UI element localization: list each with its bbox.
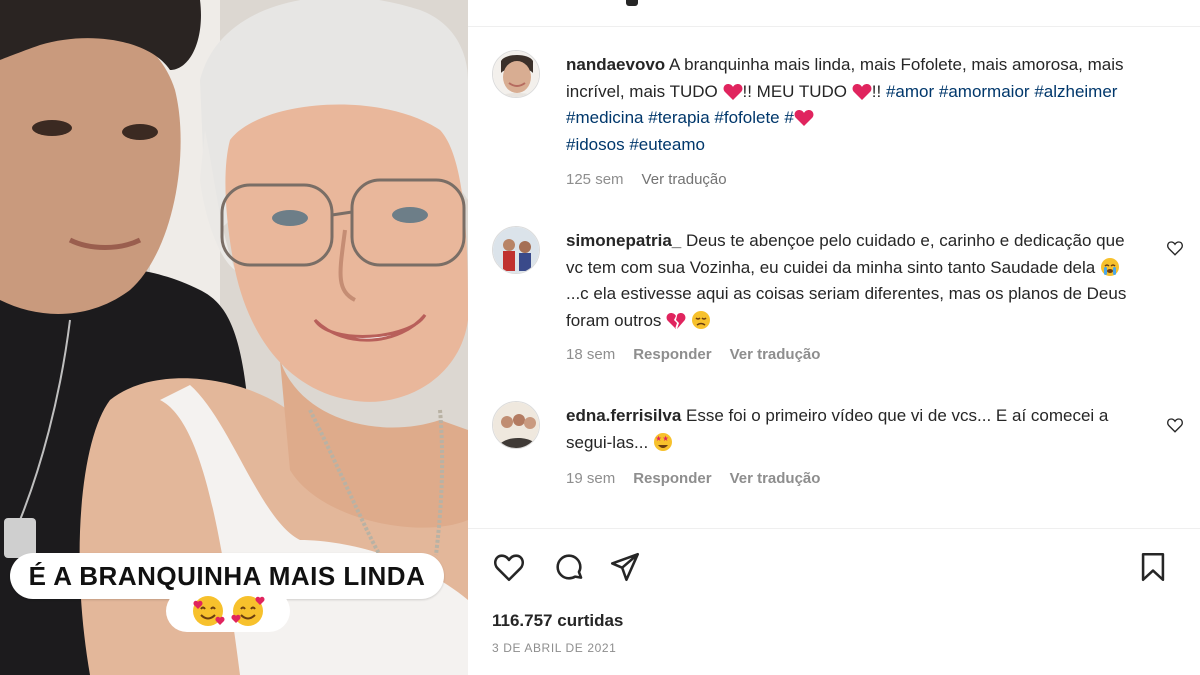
- comment: simonepatria_ Deus te abençoe pelo cuida…: [566, 228, 1134, 334]
- reply-button[interactable]: Responder: [633, 470, 711, 487]
- red-heart-icon: [723, 83, 742, 100]
- heart-outline-icon: [494, 554, 524, 582]
- disappointed-face-icon: [691, 310, 710, 329]
- red-heart-icon: [852, 83, 872, 100]
- smiling-face-with-hearts-icon: [231, 596, 265, 626]
- like-count[interactable]: 116.757 curtidas: [492, 611, 623, 631]
- like-button[interactable]: [490, 548, 528, 586]
- caption-time[interactable]: 125 sem: [566, 171, 624, 188]
- bookmark-icon: [1141, 552, 1165, 582]
- hashtag[interactable]: #medicina: [566, 108, 644, 127]
- caption-username[interactable]: nandaevovo: [566, 55, 665, 74]
- hashtag[interactable]: #: [784, 108, 814, 127]
- hashtag[interactable]: #terapia: [648, 108, 709, 127]
- header-fragment: [626, 0, 638, 6]
- like-comment-icon[interactable]: [1166, 416, 1184, 434]
- hashtag[interactable]: #euteamo: [629, 135, 705, 154]
- avatar[interactable]: [492, 50, 540, 98]
- avatar[interactable]: [492, 226, 540, 274]
- sticker-emojis: [166, 590, 290, 632]
- comment-meta: 18 sem Responder Ver tradução: [566, 346, 820, 363]
- header-divider: [468, 26, 1200, 27]
- red-heart-icon: [794, 110, 814, 126]
- broken-heart-icon: [666, 312, 686, 329]
- caption-text-3: !!: [871, 81, 882, 101]
- smiling-face-with-hearts-icon: [193, 596, 225, 626]
- star-struck-icon: [653, 432, 672, 451]
- post-panel: nandaevovo A branquinha mais linda, mais…: [468, 0, 1200, 675]
- comment-text-2: ...c ela estivesse aqui as coisas seriam…: [566, 284, 1127, 330]
- hashtag[interactable]: #fofolete: [714, 108, 779, 127]
- hashtag[interactable]: #amor: [886, 82, 934, 101]
- caption-meta: 125 sem Ver tradução: [566, 171, 727, 188]
- translate-link[interactable]: Ver tradução: [642, 171, 727, 188]
- avatar[interactable]: [492, 401, 540, 449]
- hashtag[interactable]: #amormaior: [939, 82, 1030, 101]
- comment-meta: 19 sem Responder Ver tradução: [566, 470, 820, 487]
- like-comment-icon[interactable]: [1166, 239, 1184, 257]
- comment-username[interactable]: simonepatria_: [566, 231, 681, 250]
- comment-time[interactable]: 18 sem: [566, 346, 615, 363]
- reply-button[interactable]: Responder: [633, 346, 711, 363]
- action-bar: [492, 548, 1168, 588]
- translate-link[interactable]: Ver tradução: [730, 470, 821, 487]
- hashtag[interactable]: #alzheimer: [1034, 82, 1117, 101]
- comment-username[interactable]: edna.ferrisilva: [566, 406, 681, 425]
- share-icon: [610, 552, 640, 582]
- save-button[interactable]: [1134, 548, 1172, 586]
- comment: edna.ferrisilva Esse foi o primeiro víde…: [566, 403, 1134, 456]
- translate-link[interactable]: Ver tradução: [730, 346, 821, 363]
- crying-face-icon: [1100, 257, 1119, 276]
- post-media[interactable]: É A BRANQUINHA MAIS LINDA: [0, 0, 468, 675]
- comment-button[interactable]: [550, 548, 588, 586]
- caption: nandaevovo A branquinha mais linda, mais…: [566, 52, 1166, 158]
- share-button[interactable]: [606, 548, 644, 586]
- hashtag[interactable]: #idosos: [566, 135, 625, 154]
- comment-time[interactable]: 19 sem: [566, 470, 615, 487]
- actions-divider: [468, 528, 1200, 529]
- comment-icon: [556, 554, 583, 580]
- post-date: 3 DE ABRIL DE 2021: [492, 641, 617, 655]
- caption-text-2: !! MEU TUDO: [742, 81, 848, 101]
